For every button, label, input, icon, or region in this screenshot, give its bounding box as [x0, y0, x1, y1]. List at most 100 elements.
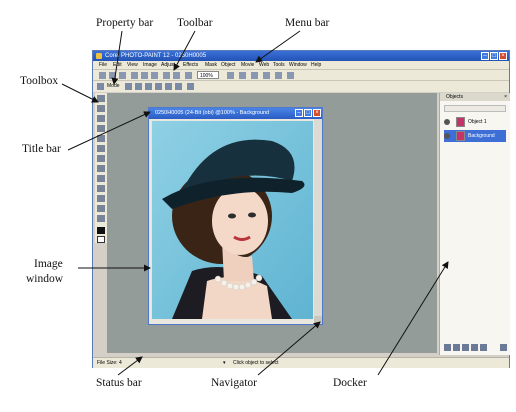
menu-help[interactable]: Help [311, 61, 321, 69]
distort-icon[interactable] [165, 83, 172, 90]
ruler-icon[interactable] [263, 72, 270, 79]
cut-icon[interactable] [131, 72, 138, 79]
mask-tool[interactable] [97, 105, 105, 112]
callout-image-window-line2: window [26, 273, 64, 285]
menu-view[interactable]: View [127, 61, 138, 69]
toolbox [95, 93, 107, 243]
vertical-scrollbar[interactable] [314, 119, 322, 324]
close-icon[interactable]: × [313, 109, 321, 117]
zoom-tool[interactable] [97, 125, 105, 132]
layer-label: Background [468, 133, 495, 139]
status-hint: Click object to select [233, 360, 279, 366]
navigator-icon[interactable] [314, 316, 322, 324]
options-icon[interactable] [275, 72, 282, 79]
eye-icon[interactable] [444, 133, 450, 139]
maximize-icon[interactable]: □ [304, 109, 312, 117]
eraser-tool[interactable] [97, 145, 105, 152]
undo-icon[interactable] [163, 72, 170, 79]
callout-navigator: Navigator [211, 377, 257, 389]
background-color-swatch[interactable] [97, 236, 105, 243]
menu-mask[interactable]: Mask [205, 61, 217, 69]
app-title-bar[interactable]: Corel PHOTO-PAINT 12 - 0250H0005 – □ × [93, 51, 509, 61]
perspective-icon[interactable] [175, 83, 182, 90]
info-icon[interactable] [500, 344, 507, 351]
callout-property-bar: Property bar [96, 17, 154, 29]
copy-icon[interactable] [141, 72, 148, 79]
menu-image[interactable]: Image [143, 61, 157, 69]
menu-object[interactable]: Object [221, 61, 235, 69]
new-object-icon[interactable] [444, 344, 451, 351]
menu-effects[interactable]: Effects [183, 61, 198, 69]
scale-icon[interactable] [145, 83, 152, 90]
lock-icon[interactable] [471, 344, 478, 351]
save-icon[interactable] [119, 72, 126, 79]
layer-item-object-1[interactable]: Object 1 [444, 116, 506, 128]
menu-tools[interactable]: Tools [273, 61, 285, 69]
menu-web[interactable]: Web [259, 61, 269, 69]
callout-menu-bar: Menu bar [285, 17, 330, 29]
image-window-title-bar[interactable]: 0250H0005 (24-Bit (obi) @100% - Backgrou… [149, 108, 322, 119]
minimize-icon[interactable]: – [295, 109, 303, 117]
open-icon[interactable] [109, 72, 116, 79]
rotate-icon[interactable] [135, 83, 142, 90]
import-icon[interactable] [185, 72, 192, 79]
red-eye-tool[interactable] [97, 155, 105, 162]
pick-tool-icon[interactable] [97, 83, 104, 90]
grid-icon[interactable] [251, 72, 258, 79]
zoom-level-select[interactable]: 100% [197, 71, 219, 79]
combine-icon[interactable] [462, 344, 469, 351]
menu-edit[interactable]: Edit [113, 61, 122, 69]
skew-icon[interactable] [155, 83, 162, 90]
status-file-size: File Size: 4 [97, 360, 122, 366]
eyedropper-tool[interactable] [97, 135, 105, 142]
apply-icon[interactable] [187, 83, 194, 90]
status-bar: File Size: 4 ▾ Click object to select [93, 357, 509, 368]
docker-footer [440, 343, 510, 353]
app-title: Corel PHOTO-PAINT 12 - 0250H0005 [105, 53, 207, 59]
mode-label: Mode [107, 83, 120, 89]
menu-window[interactable]: Window [289, 61, 307, 69]
pick-tool[interactable] [97, 95, 105, 102]
interactive-tool[interactable] [97, 215, 105, 222]
maximize-icon[interactable]: □ [490, 52, 498, 60]
property-bar: Mode [93, 80, 509, 92]
minimize-icon[interactable]: – [481, 52, 489, 60]
redo-icon[interactable] [173, 72, 180, 79]
portrait-illustration [152, 121, 313, 319]
layer-thumbnail [456, 117, 465, 127]
objects-docker: Objects × Object 1 Background [439, 93, 510, 355]
eye-icon[interactable] [444, 119, 450, 125]
move-icon[interactable] [125, 83, 132, 90]
docker-close-icon[interactable]: × [504, 93, 507, 101]
crop-tool[interactable] [97, 115, 105, 122]
callout-image-window-line1: Image [34, 258, 63, 270]
layer-item-background[interactable]: Background [444, 130, 506, 142]
foreground-color-swatch[interactable] [97, 227, 105, 234]
new-icon[interactable] [99, 72, 106, 79]
menu-bar: File Edit View Image Adjust Effects Mask… [93, 61, 509, 69]
docker-header: Objects × [440, 93, 510, 101]
paste-icon[interactable] [151, 72, 158, 79]
mask-icon[interactable] [239, 72, 246, 79]
fill-tool[interactable] [97, 185, 105, 192]
menu-adjust[interactable]: Adjust [161, 61, 175, 69]
close-icon[interactable]: × [499, 52, 507, 60]
clone-tool[interactable] [97, 165, 105, 172]
docker-options-row[interactable] [444, 105, 506, 112]
zoom-icon[interactable] [227, 72, 234, 79]
duplicate-object-icon[interactable] [453, 344, 460, 351]
menu-movie[interactable]: Movie [241, 61, 254, 69]
brush-tool[interactable] [97, 175, 105, 182]
status-dropdown-icon[interactable]: ▾ [223, 358, 226, 368]
image-window: 0250H0005 (24-Bit (obi) @100% - Backgrou… [148, 107, 323, 325]
text-tool[interactable] [97, 205, 105, 212]
shape-tool[interactable] [97, 195, 105, 202]
callout-docker: Docker [333, 377, 367, 389]
portrait-photo[interactable] [152, 121, 313, 319]
layer-label: Object 1 [468, 119, 487, 125]
text-icon[interactable] [287, 72, 294, 79]
docker-title: Objects [446, 94, 463, 100]
callout-toolbar: Toolbar [177, 17, 213, 29]
delete-object-icon[interactable] [480, 344, 487, 351]
menu-file[interactable]: File [99, 61, 107, 69]
